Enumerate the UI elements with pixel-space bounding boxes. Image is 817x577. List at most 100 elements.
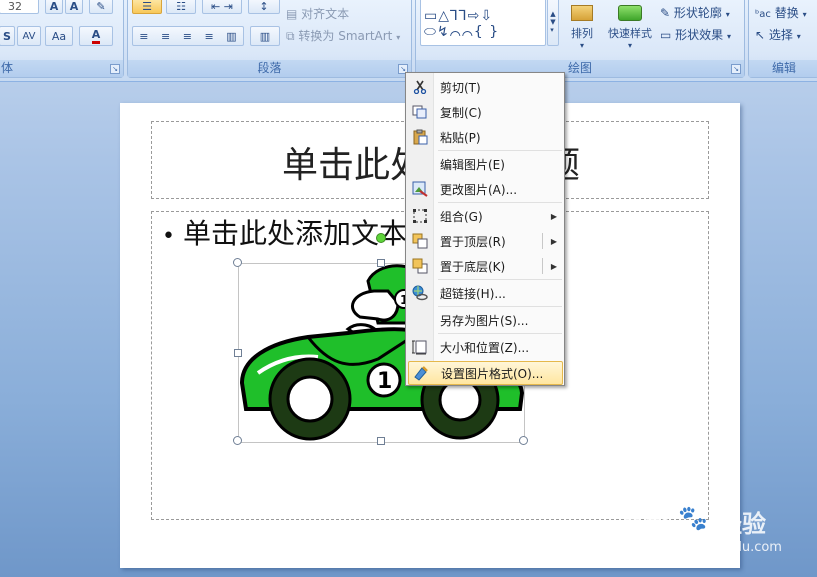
format-picture-icon: [409, 362, 433, 384]
change-case-button[interactable]: Aa: [45, 26, 73, 46]
ribbon: 32 A A ✎ S AV Aa A 体 ↘ ☰ ☷ ⇤ ⇥ ↕ ▤ 对齐文本 …: [0, 0, 817, 82]
shapes-gallery[interactable]: ▭△⅂⅂⇨⇩ ⬭↯⌒⌒{ }: [420, 0, 546, 46]
font-size-value: 32: [8, 0, 22, 13]
shape-outline-button[interactable]: ✎ 形状轮廓 ▾: [660, 4, 730, 21]
shrink-font-button[interactable]: A: [65, 0, 83, 14]
submenu-arrow-icon[interactable]: ▶: [551, 262, 557, 271]
menu-item-edit-picture[interactable]: 编辑图片(E): [408, 152, 563, 176]
smartart-icon: ⧉: [286, 29, 295, 43]
body-text-line: • 单击此处添加文本: [162, 212, 407, 252]
menu-item-bring-to-front[interactable]: 置于顶层(R) ▶: [408, 229, 563, 253]
arrange-label: 排列: [571, 26, 593, 40]
arrange-button[interactable]: 排列 ▾: [564, 0, 600, 56]
align-left-icon[interactable]: ≡: [139, 30, 148, 43]
copy-icon: [408, 101, 432, 123]
char-spacing-button[interactable]: AV: [17, 26, 41, 46]
size-position-icon: [408, 336, 432, 358]
menu-item-cut[interactable]: 剪切(T): [408, 75, 563, 99]
paragraph-group: ☰ ☷ ⇤ ⇥ ↕ ▤ 对齐文本 ≡ ≡ ≡ ≡ ▥ ▥ ⧉ 转换为 Smart…: [127, 0, 412, 78]
effects-icon: ▭: [660, 28, 672, 42]
chevron-down-icon: ▾: [627, 40, 632, 50]
line-spacing-button[interactable]: ↕: [248, 0, 280, 14]
shapes-row-2-icon: ⬭↯⌒⌒{ }: [424, 24, 500, 40]
distribute-icon[interactable]: ▥: [226, 30, 236, 43]
shadow-button[interactable]: S: [0, 26, 15, 46]
bring-to-front-icon: [408, 230, 432, 252]
quick-styles-button[interactable]: 快速样式 ▾: [604, 0, 656, 56]
shapes-row-1-icon: ▭△⅂⅂⇨⇩: [424, 8, 494, 24]
context-menu: 剪切(T) 复制(C) 粘贴(P) 编辑图片(E) 更改图片(A)... 组合(…: [405, 72, 565, 386]
font-size-select[interactable]: 32: [0, 0, 39, 14]
resize-handle-sw[interactable]: [233, 436, 242, 445]
hyperlink-icon: [408, 282, 432, 304]
replace-button[interactable]: ᵇac 替换 ▾: [755, 4, 807, 21]
body-text: 单击此处添加文本: [182, 217, 407, 250]
numbering-button[interactable]: ☷: [166, 0, 196, 14]
align-text-label: 对齐文本: [301, 7, 350, 21]
resize-handle-w[interactable]: [234, 349, 242, 357]
font-group-label: 体: [0, 60, 123, 77]
menu-item-group[interactable]: 组合(G) ▶: [408, 204, 563, 228]
bullets-button[interactable]: ☰: [132, 0, 162, 14]
submenu-arrow-icon[interactable]: ▶: [551, 237, 557, 246]
indent-buttons[interactable]: ⇤ ⇥: [202, 0, 242, 14]
baidu-watermark: Bai 经验 🐾 jingyan.baidu.com: [622, 502, 812, 562]
paw-icon: 🐾: [678, 504, 708, 532]
chevron-down-icon: ▾: [796, 32, 801, 41]
baidu-logo: Bai: [622, 502, 670, 535]
quick-styles-label: 快速样式: [608, 26, 652, 40]
font-dialog-launcher[interactable]: ↘: [110, 64, 120, 74]
justify-icon[interactable]: ≡: [205, 30, 214, 43]
menu-item-save-as-picture[interactable]: 另存为图片(S)...: [408, 308, 563, 332]
alignment-buttons[interactable]: ≡ ≡ ≡ ≡ ▥: [132, 26, 244, 46]
align-center-icon[interactable]: ≡: [161, 30, 170, 43]
paste-icon: [408, 126, 432, 148]
smartart-label: 转换为 SmartArt: [298, 29, 393, 43]
cut-icon: [408, 76, 432, 98]
group-icon: [408, 205, 432, 227]
chevron-down-icon: ▾: [579, 40, 584, 50]
resize-handle-n[interactable]: [377, 259, 385, 267]
shapes-gallery-scroll[interactable]: ▲ ▼ ▾: [547, 0, 559, 46]
font-color-button[interactable]: A: [79, 26, 113, 46]
menu-item-change-picture[interactable]: 更改图片(A)...: [408, 177, 563, 201]
menu-item-copy[interactable]: 复制(C): [408, 100, 563, 124]
chevron-down-icon: ▾: [802, 10, 807, 19]
font-group: 32 A A ✎ S AV Aa A 体 ↘: [0, 0, 124, 78]
shape-effects-button[interactable]: ▭ 形状效果 ▾: [660, 26, 731, 43]
select-button[interactable]: ↖ 选择 ▾: [755, 26, 801, 43]
change-picture-icon: [408, 178, 432, 200]
resize-handle-se[interactable]: [519, 436, 528, 445]
align-text-icon: ▤: [286, 7, 298, 21]
columns-button[interactable]: ▥: [250, 26, 280, 46]
chevron-down-icon: ▾: [725, 10, 730, 19]
menu-item-hyperlink[interactable]: 超链接(H)...: [408, 281, 563, 305]
bullet: •: [162, 224, 175, 249]
menu-item-send-to-back[interactable]: 置于底层(K) ▶: [408, 254, 563, 278]
drawing-dialog-launcher[interactable]: ↘: [731, 64, 741, 74]
rotate-handle[interactable]: [376, 233, 386, 243]
baidu-jingyan-label: 经验: [718, 510, 766, 538]
menu-item-format-picture[interactable]: 设置图片格式(O)...: [408, 361, 563, 385]
align-right-icon[interactable]: ≡: [183, 30, 192, 43]
resize-handle-s[interactable]: [377, 437, 385, 445]
menu-item-size-position[interactable]: 大小和位置(Z)...: [408, 335, 563, 359]
cursor-icon: ↖: [755, 28, 766, 42]
quick-styles-icon: [618, 4, 642, 21]
submenu-arrow-icon: ▶: [550, 211, 557, 221]
replace-icon: ᵇac: [755, 9, 771, 20]
svg-text:1: 1: [377, 369, 392, 394]
watermark-url: jingyan.baidu.com: [662, 540, 782, 555]
editing-group-label: 编辑: [749, 60, 817, 77]
chevron-down-icon: ▾: [727, 32, 732, 41]
menu-item-paste[interactable]: 粘贴(P): [408, 125, 563, 149]
grow-font-button[interactable]: A: [45, 0, 63, 14]
editing-group: ᵇac 替换 ▾ ↖ 选择 ▾ 编辑: [748, 0, 817, 78]
paragraph-group-label: 段落: [128, 60, 411, 77]
clear-format-button[interactable]: ✎: [89, 0, 113, 14]
drawing-group: ▭△⅂⅂⇨⇩ ⬭↯⌒⌒{ } ▲ ▼ ▾ 排列 ▾ 快速样式 ▾ ✎ 形状轮廓 ▾ …: [415, 0, 745, 78]
arrange-icon: [571, 4, 593, 21]
send-to-back-icon: [408, 255, 432, 277]
resize-handle-nw[interactable]: [233, 258, 242, 267]
chevron-down-icon: ▾: [396, 33, 401, 42]
